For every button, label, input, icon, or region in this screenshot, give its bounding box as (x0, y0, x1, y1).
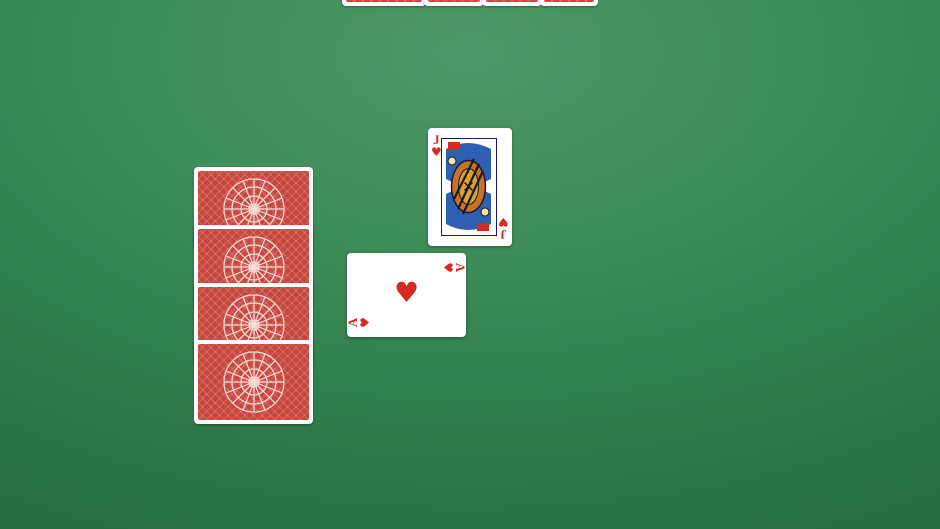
played-card-jack-of-hearts[interactable]: J ♥ J ♥ (428, 128, 512, 246)
card-back-pattern (198, 344, 309, 420)
card-corner-bottom-right: J ♥ (498, 215, 509, 242)
jack-court-art (441, 138, 497, 236)
top-hand-card-3[interactable] (482, 0, 542, 6)
heart-suit-icon: ♥ (441, 262, 456, 273)
card-back-pattern (544, 0, 594, 2)
card-back-pattern (428, 0, 480, 2)
heart-suit-icon: ♥ (498, 215, 509, 229)
top-hand-card-2[interactable] (424, 0, 484, 6)
card-table: J ♥ J ♥ A ♥ ♥ A ♥ (0, 0, 940, 529)
played-card-ace-of-hearts[interactable]: A ♥ ♥ A ♥ (345, 253, 469, 337)
heart-pip-icon: ♥ (393, 276, 420, 309)
left-hand-card-4[interactable] (194, 340, 313, 424)
card-rank: J (500, 227, 507, 242)
top-hand-card-1[interactable] (342, 0, 426, 6)
card-back-pattern (486, 0, 538, 2)
card-corner-top-right: A ♥ (441, 262, 469, 273)
jack-portrait-icon (442, 139, 495, 234)
top-hand-card-4[interactable] (540, 0, 598, 6)
card-rank: A (453, 262, 469, 273)
card-back-pattern (346, 0, 422, 2)
rosette-icon (222, 351, 285, 413)
heart-suit-icon: ♥ (357, 317, 372, 328)
card-corner-bottom-left: A ♥ (345, 317, 372, 328)
